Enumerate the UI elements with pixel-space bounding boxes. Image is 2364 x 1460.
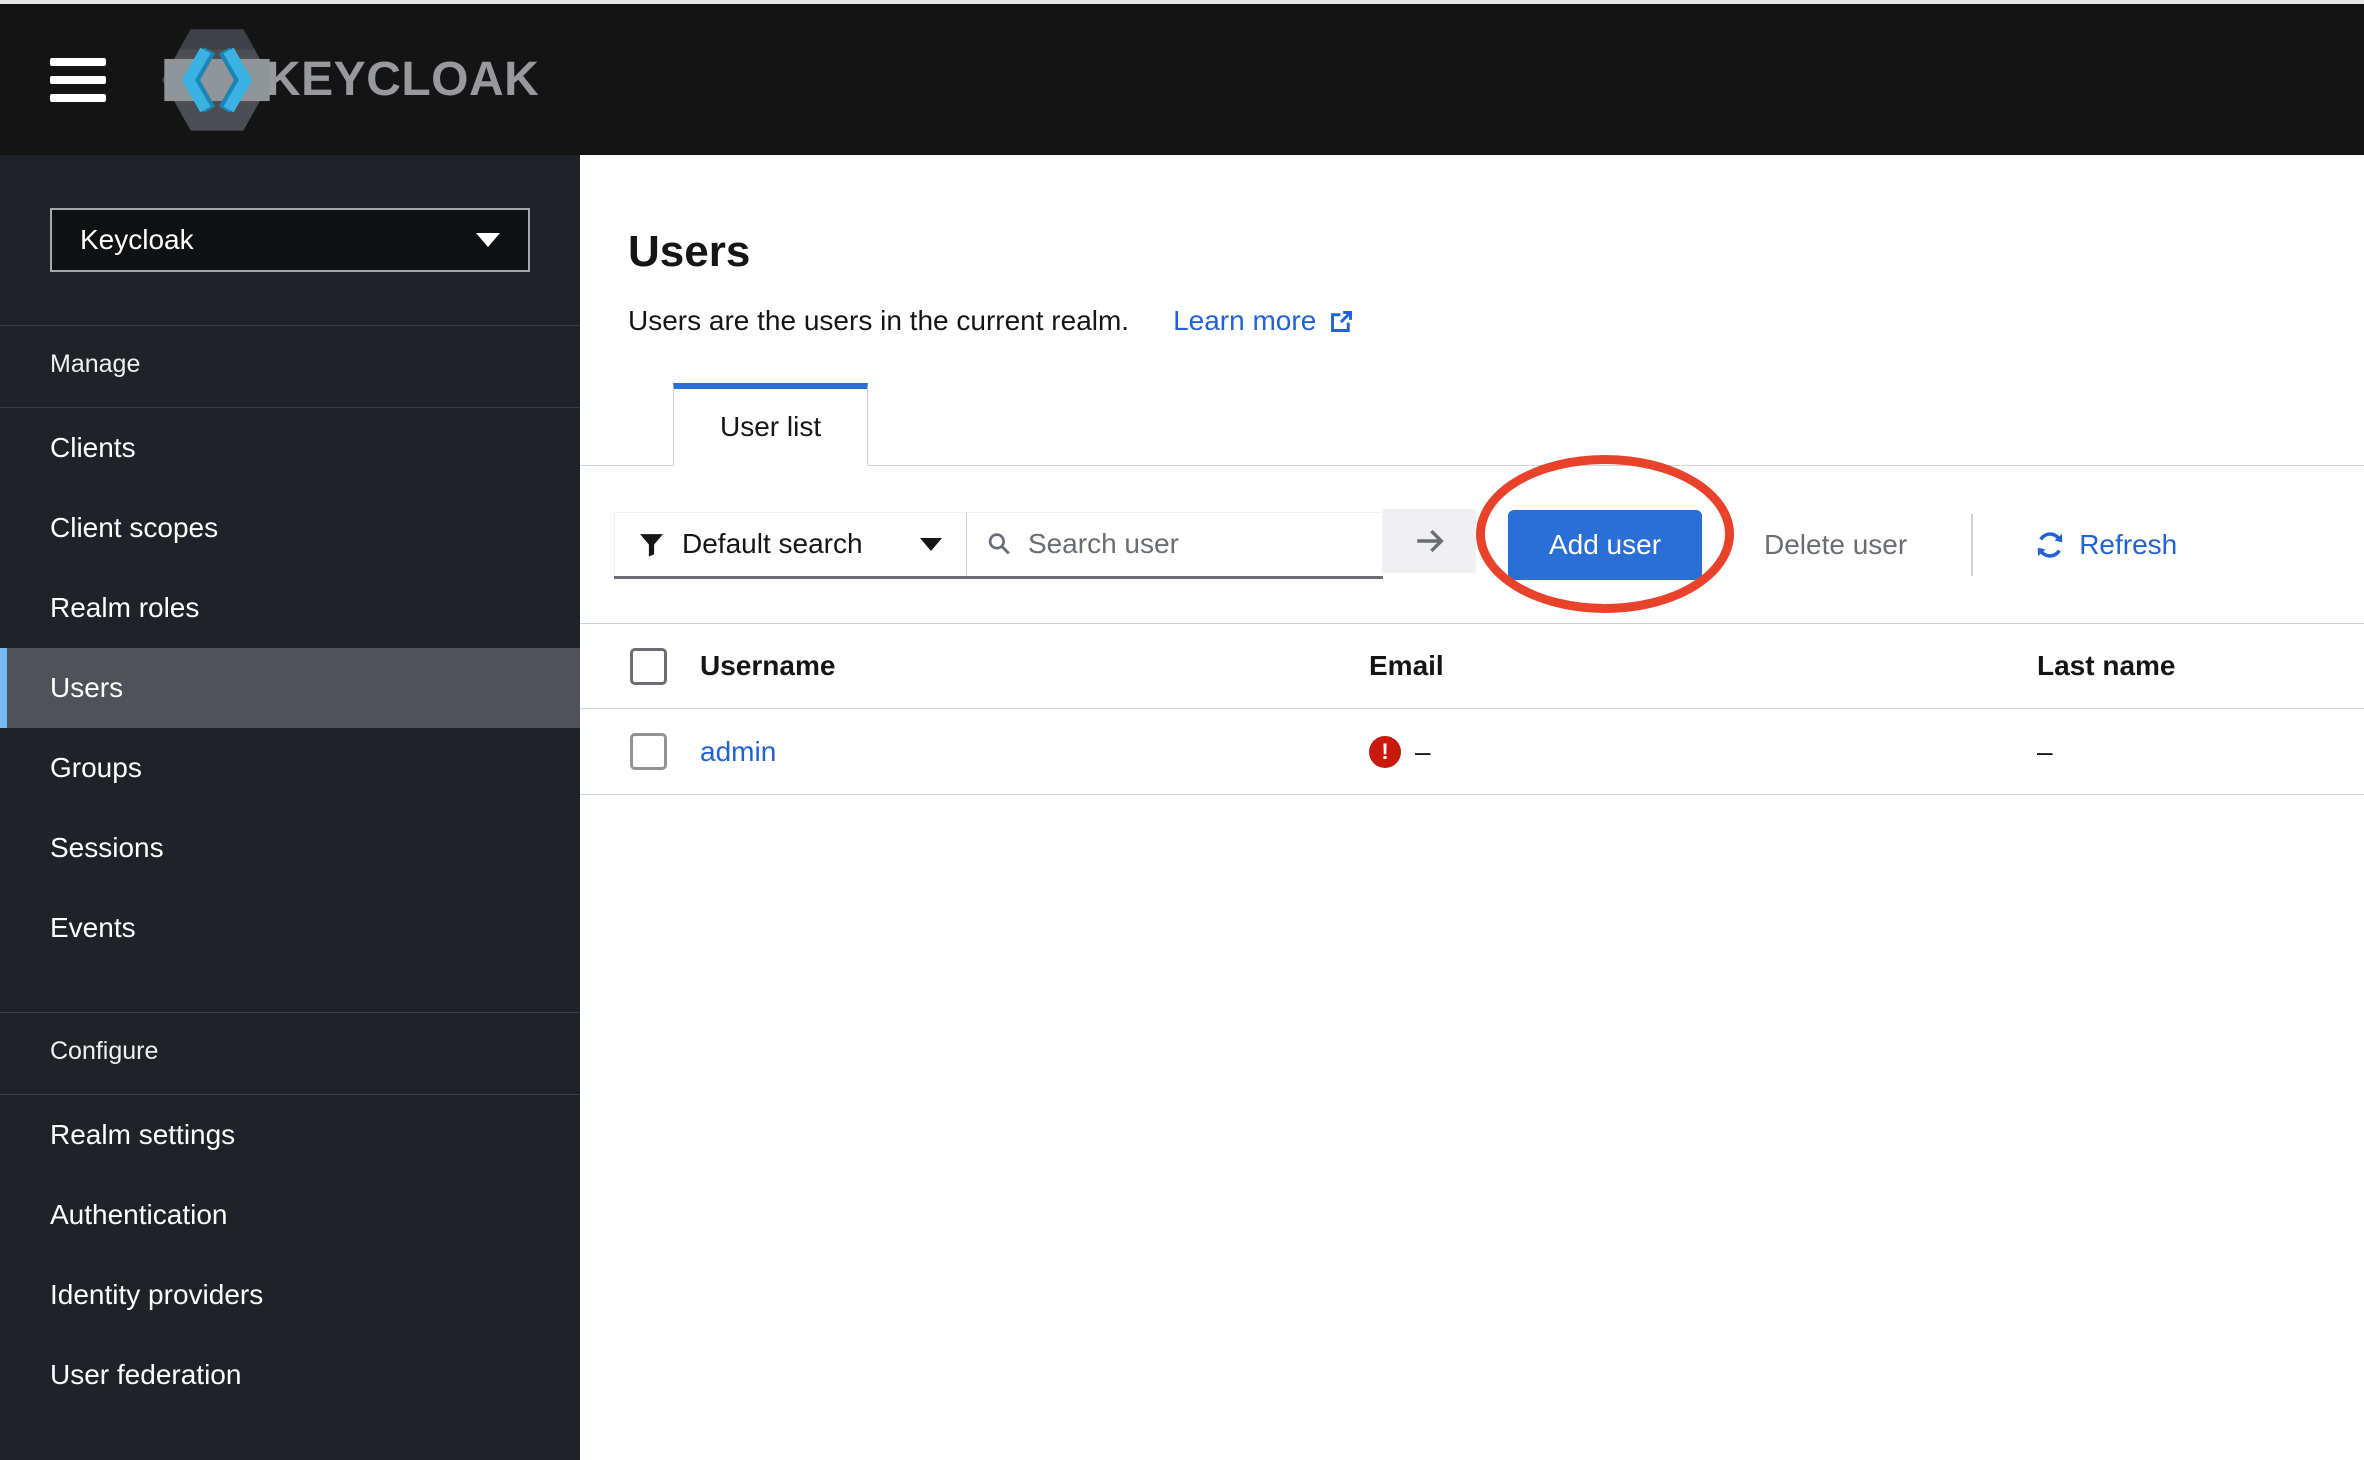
last-name-value: – [2037,708,2364,795]
sidebar-item-authentication[interactable]: Authentication [0,1175,580,1255]
users-table: Username Email Last name admin ! – – [580,623,2364,795]
page-title: Users [628,227,751,276]
external-link-icon [1331,310,1353,332]
nav-manage-list: Clients Client scopes Realm roles Users … [0,408,580,968]
search-input[interactable] [1027,528,1362,560]
sidebar-item-identity-providers[interactable]: Identity providers [0,1255,580,1335]
main-content: Users Users are the users in the current… [580,155,2364,1460]
table-header-row: Username Email Last name [580,623,2364,709]
realm-selector-value: Keycloak [80,224,194,255]
sidebar-item-clients[interactable]: Clients [0,408,580,488]
page-subtitle: Users are the users in the current realm… [628,305,1130,336]
arrow-right-icon [1416,529,1444,553]
search-filter-dropdown[interactable]: Default search [614,511,967,576]
refresh-button[interactable]: Refresh [2035,529,2177,561]
nav-group-manage-label: Manage [50,350,141,378]
brand-wordmark: KEYCLOAK [266,53,540,106]
realm-selector[interactable]: Keycloak [50,208,530,272]
sidebar-item-client-scopes[interactable]: Client scopes [0,488,580,568]
email-value: – [1415,735,1431,767]
search-submit-button[interactable] [1383,509,1476,573]
sidebar-item-realm-settings[interactable]: Realm settings [0,1095,580,1175]
column-header-last-name: Last name [2037,623,2364,709]
refresh-icon [2037,532,2063,558]
sidebar-item-events[interactable]: Events [0,888,580,968]
table-row: admin ! – – [580,708,2364,795]
tab-user-list[interactable]: User list [673,383,869,466]
add-user-button[interactable]: Add user [1508,510,1702,580]
delete-user-button[interactable]: Delete user [1764,529,1907,561]
keycloak-hexagon-icon [162,28,272,131]
nav-configure-list: Realm settings Authentication Identity p… [0,1095,580,1415]
sidebar-item-users[interactable]: Users [0,648,580,728]
search-filter-value: Default search [682,528,863,559]
sidebar-item-groups[interactable]: Groups [0,728,580,808]
keycloak-logo: KEYCLOAK [158,21,539,139]
toolbar-divider [1971,514,1974,576]
sidebar: Keycloak Manage Clients Client scopes Re… [0,155,580,1460]
row-checkbox[interactable] [630,733,667,770]
learn-more-link[interactable]: Learn more [1173,305,1355,337]
sidebar-item-realm-roles[interactable]: Realm roles [0,568,580,648]
toolbar: Default search Add user Delet [580,509,2364,581]
select-all-checkbox[interactable] [630,647,667,685]
masthead: KEYCLOAK [0,4,2364,155]
search-icon [988,533,1010,555]
column-header-username: Username [700,623,1369,709]
sidebar-item-user-federation[interactable]: User federation [0,1335,580,1415]
user-link-admin[interactable]: admin [700,736,776,767]
nav-group-configure-label: Configure [50,1037,159,1065]
filter-icon [640,533,663,556]
tab-bar: User list [580,383,2364,466]
hamburger-menu-icon[interactable] [50,57,106,102]
chevron-down-icon [476,233,500,247]
exclamation-circle-icon: ! [1369,735,1401,768]
sidebar-item-sessions[interactable]: Sessions [0,808,580,888]
chevron-down-icon [920,537,942,551]
column-header-email: Email [1369,623,2037,709]
